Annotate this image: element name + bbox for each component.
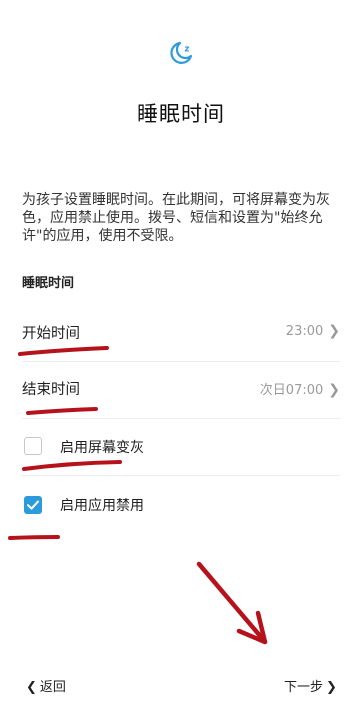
annotation-underline xyxy=(8,535,60,540)
next-label: 下一步 xyxy=(284,680,324,695)
chevron-left-icon: ❮ xyxy=(26,680,37,695)
checkmark-icon xyxy=(27,500,39,510)
app-block-option[interactable]: 启用应用禁用 xyxy=(0,490,362,518)
annotation-underline xyxy=(18,346,109,356)
svg-text:z: z xyxy=(185,45,190,55)
divider xyxy=(22,361,340,362)
start-time-row[interactable]: 开始时间 23:00 ❯ xyxy=(0,316,362,346)
next-button[interactable]: 下一步 ❯ xyxy=(284,676,337,695)
back-label: 返回 xyxy=(39,680,66,695)
page-title: 睡眠时间 xyxy=(137,102,225,126)
annotation-underline xyxy=(26,407,98,415)
app-block-checkbox[interactable] xyxy=(24,496,42,514)
end-time-value-text: 次日07:00 xyxy=(259,383,324,398)
end-time-value: 次日07:00 ❯ xyxy=(260,379,340,398)
end-time-row[interactable]: 结束时间 次日07:00 ❯ xyxy=(0,373,362,403)
annotation-arrowhead xyxy=(236,610,268,645)
annotation-arrow-icon xyxy=(196,561,264,640)
end-time-label: 结束时间 xyxy=(22,382,80,398)
grayscale-label: 启用屏幕变灰 xyxy=(60,440,144,456)
annotation-underline xyxy=(22,460,122,471)
start-time-value-text: 23:00 xyxy=(285,324,324,339)
moon-sleep-icon: z xyxy=(166,38,196,68)
start-time-label: 开始时间 xyxy=(22,326,80,342)
chevron-right-icon: ❯ xyxy=(326,680,337,695)
divider xyxy=(22,475,340,476)
back-button[interactable]: ❮ 返回 xyxy=(26,676,66,695)
grayscale-checkbox[interactable] xyxy=(24,437,42,455)
divider xyxy=(22,418,340,419)
chevron-right-icon: ❯ xyxy=(328,382,340,398)
chevron-right-icon: ❯ xyxy=(328,323,340,339)
section-header: 睡眠时间 xyxy=(22,276,75,291)
description-text: 为孩子设置睡眠时间。在此期间，可将屏幕变为灰色，应用禁止使用。拨号、短信和设置为… xyxy=(22,192,330,244)
grayscale-option[interactable]: 启用屏幕变灰 xyxy=(0,433,362,461)
app-block-label: 启用应用禁用 xyxy=(60,498,144,514)
start-time-value: 23:00 ❯ xyxy=(286,323,340,339)
